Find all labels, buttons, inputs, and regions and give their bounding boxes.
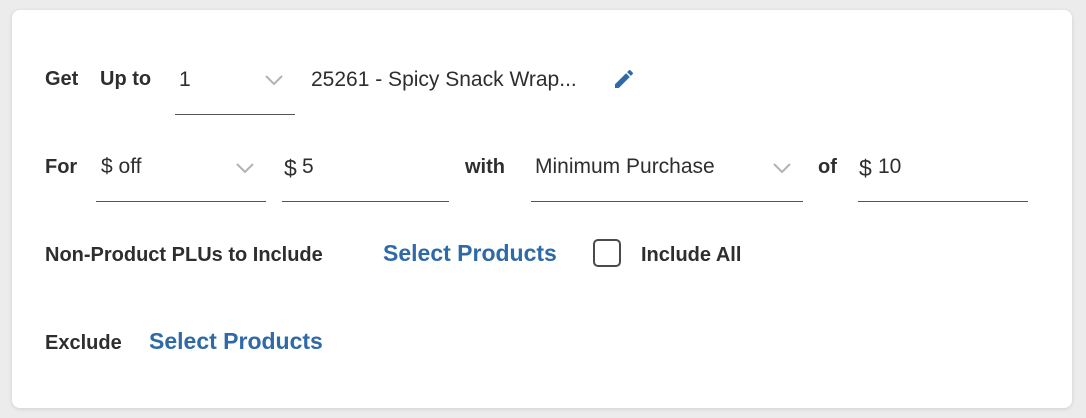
condition-dropdown[interactable]: Minimum Purchase <box>531 146 803 203</box>
with-label: with <box>465 156 505 178</box>
minimum-amount-value: 10 <box>878 155 902 178</box>
discount-type-dropdown[interactable]: $ off <box>96 146 266 203</box>
discount-type-underline <box>96 201 266 202</box>
minimum-currency-symbol: $ <box>859 155 872 181</box>
non-product-plus-label: Non-Product PLUs to Include <box>45 244 323 266</box>
offer-card: Get Up to 1 25261 - Spicy Snack Wrap... … <box>12 10 1072 408</box>
exclude-select-products-link[interactable]: Select Products <box>149 328 323 355</box>
discount-type-value: $ off <box>101 155 142 178</box>
minimum-amount-field[interactable]: $ 10 <box>858 146 1028 203</box>
of-label: of <box>818 156 837 178</box>
get-label: Get <box>45 68 79 90</box>
quantity-value: 1 <box>179 68 191 91</box>
chevron-down-icon <box>265 75 283 86</box>
quantity-underline <box>175 114 295 115</box>
quantity-dropdown[interactable]: 1 <box>175 58 295 115</box>
exclude-label: Exclude <box>45 332 122 354</box>
minimum-amount-underline <box>858 201 1028 202</box>
chevron-down-icon <box>773 163 791 174</box>
condition-underline <box>531 201 803 202</box>
for-label: For <box>45 156 78 178</box>
plu-select-products-link[interactable]: Select Products <box>383 240 557 267</box>
currency-symbol: $ <box>284 155 297 181</box>
condition-value: Minimum Purchase <box>535 155 715 178</box>
chevron-down-icon <box>236 163 254 174</box>
discount-amount-value: 5 <box>302 155 314 178</box>
up-to-label: Up to <box>100 68 152 90</box>
pencil-icon[interactable] <box>612 67 636 91</box>
include-all-label: Include All <box>641 244 742 266</box>
discount-amount-field[interactable]: $ 5 <box>282 146 449 203</box>
include-all-checkbox[interactable] <box>593 239 621 267</box>
discount-amount-underline <box>282 201 449 202</box>
product-name: 25261 - Spicy Snack Wrap... <box>311 68 577 91</box>
